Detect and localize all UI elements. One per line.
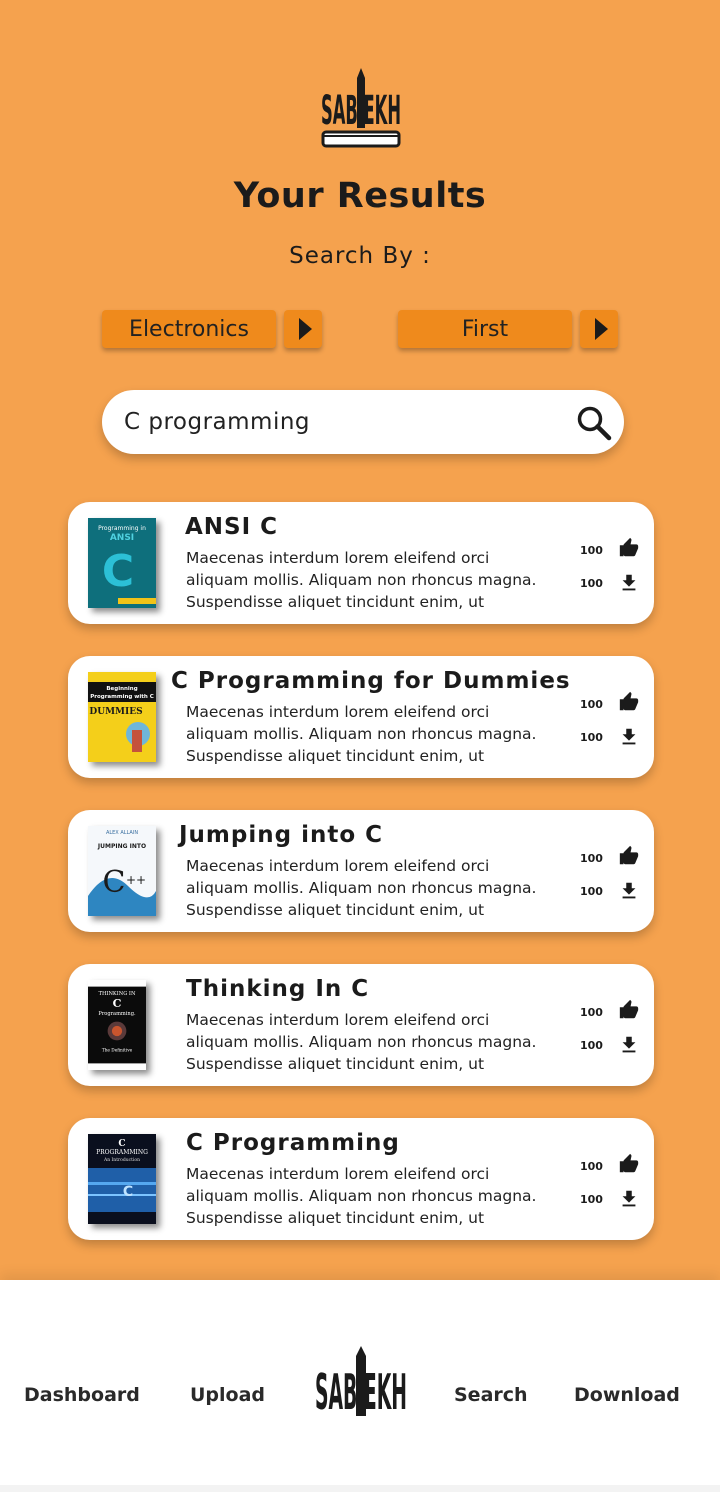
- download-icon[interactable]: [618, 572, 640, 594]
- page-title: Your Results: [233, 176, 487, 216]
- svg-text:Programming with C: Programming with C: [90, 694, 153, 700]
- bottom-edge: [0, 1485, 720, 1492]
- thumbs-up-icon[interactable]: [618, 845, 640, 867]
- play-arrow-icon: [298, 318, 312, 340]
- nav-download[interactable]: Download: [574, 1384, 680, 1406]
- like-count: 100: [580, 698, 603, 711]
- like-count: 100: [580, 852, 603, 865]
- book-description: Maecenas interdum lorem eleifend orci al…: [186, 1011, 537, 1073]
- svg-text:++: ++: [126, 873, 146, 887]
- like-count: 100: [580, 1006, 603, 1019]
- svg-text:C: C: [103, 865, 126, 900]
- category-filter-button[interactable]: Electronics: [102, 310, 276, 348]
- svg-text:C: C: [102, 546, 134, 597]
- download-icon[interactable]: [618, 1034, 640, 1056]
- thumbs-up-icon[interactable]: [618, 1153, 640, 1175]
- thumbs-up-icon[interactable]: [618, 999, 640, 1021]
- svg-text:DUMMIES: DUMMIES: [89, 707, 142, 717]
- svg-text:JUMPING INTO: JUMPING INTO: [97, 843, 146, 850]
- book-cover-image: Programming in ANSI C: [88, 518, 156, 608]
- result-card[interactable]: Programming in ANSI C ANSI C Maecenas in…: [68, 502, 654, 624]
- svg-text:ANSI: ANSI: [110, 533, 134, 543]
- category-filter-arrow-button[interactable]: [284, 310, 322, 348]
- result-card[interactable]: Beginning Programming with C DUMMIES C P…: [68, 656, 654, 778]
- sabeekh-logo: SAB EKH: [321, 68, 401, 148]
- svg-text:C: C: [118, 1139, 125, 1149]
- svg-text:C: C: [123, 1184, 133, 1200]
- book-cover-image: ALEX ALLAIN JUMPING INTO C ++: [88, 826, 156, 916]
- like-count: 100: [580, 1160, 603, 1173]
- svg-text:An Introduction: An Introduction: [103, 1157, 140, 1163]
- book-description: Maecenas interdum lorem eleifend orci al…: [186, 857, 537, 919]
- download-icon[interactable]: [618, 1188, 640, 1210]
- download-count: 100: [580, 885, 603, 898]
- download-icon[interactable]: [618, 880, 640, 902]
- download-icon[interactable]: [618, 726, 640, 748]
- nav-dashboard[interactable]: Dashboard: [24, 1384, 140, 1406]
- svg-text:Programming.: Programming.: [98, 1011, 136, 1017]
- nav-upload[interactable]: Upload: [190, 1384, 265, 1406]
- download-count: 100: [580, 577, 603, 590]
- sabeekh-home-logo[interactable]: SAB EKH: [314, 1344, 408, 1420]
- svg-text:Beginning: Beginning: [106, 686, 137, 692]
- search-input[interactable]: [124, 402, 564, 442]
- book-title[interactable]: C Programming for Dummies: [171, 668, 571, 694]
- svg-text:Programming in: Programming in: [98, 525, 146, 532]
- bottom-navigation: Dashboard Upload SAB EKH Search Download: [0, 1280, 720, 1485]
- book-cover-image: THINKING IN C Programming. The Definitiv…: [88, 986, 146, 1064]
- book-title[interactable]: ANSI C: [185, 514, 278, 540]
- book-title[interactable]: Thinking In C: [186, 976, 369, 1002]
- download-count: 100: [580, 731, 603, 744]
- download-count: 100: [580, 1193, 603, 1206]
- sort-filter-button[interactable]: First: [398, 310, 572, 348]
- search-by-label: Search By :: [289, 243, 431, 269]
- svg-text:C: C: [113, 997, 122, 1010]
- book-description: Maecenas interdum lorem eleifend orci al…: [186, 549, 537, 611]
- search-bar: [102, 390, 624, 454]
- svg-text:ALEX ALLAIN: ALEX ALLAIN: [106, 830, 138, 836]
- thumbs-up-icon[interactable]: [618, 537, 640, 559]
- result-card[interactable]: C PROGRAMMING An Introduction C C Progra…: [68, 1118, 654, 1240]
- sort-filter-arrow-button[interactable]: [580, 310, 618, 348]
- like-count: 100: [580, 544, 603, 557]
- download-count: 100: [580, 1039, 603, 1052]
- result-card[interactable]: ALEX ALLAIN JUMPING INTO C ++ Jumping in…: [68, 810, 654, 932]
- category-filter: Electronics: [102, 310, 322, 348]
- book-title[interactable]: Jumping into C: [179, 822, 383, 848]
- nav-search[interactable]: Search: [454, 1384, 528, 1406]
- thumbs-up-icon[interactable]: [618, 691, 640, 713]
- book-description: Maecenas interdum lorem eleifend orci al…: [186, 1165, 537, 1227]
- svg-text:The Definitive: The Definitive: [102, 1048, 133, 1053]
- book-cover-image: Beginning Programming with C DUMMIES: [88, 672, 156, 762]
- sort-filter: First: [398, 310, 618, 348]
- result-card[interactable]: THINKING IN C Programming. The Definitiv…: [68, 964, 654, 1086]
- book-title[interactable]: C Programming: [186, 1130, 400, 1156]
- svg-text:PROGRAMMING: PROGRAMMING: [96, 1149, 148, 1156]
- book-cover-image: C PROGRAMMING An Introduction C: [88, 1134, 156, 1224]
- search-icon[interactable]: [576, 405, 612, 441]
- book-description: Maecenas interdum lorem eleifend orci al…: [186, 703, 537, 765]
- play-arrow-icon: [594, 318, 608, 340]
